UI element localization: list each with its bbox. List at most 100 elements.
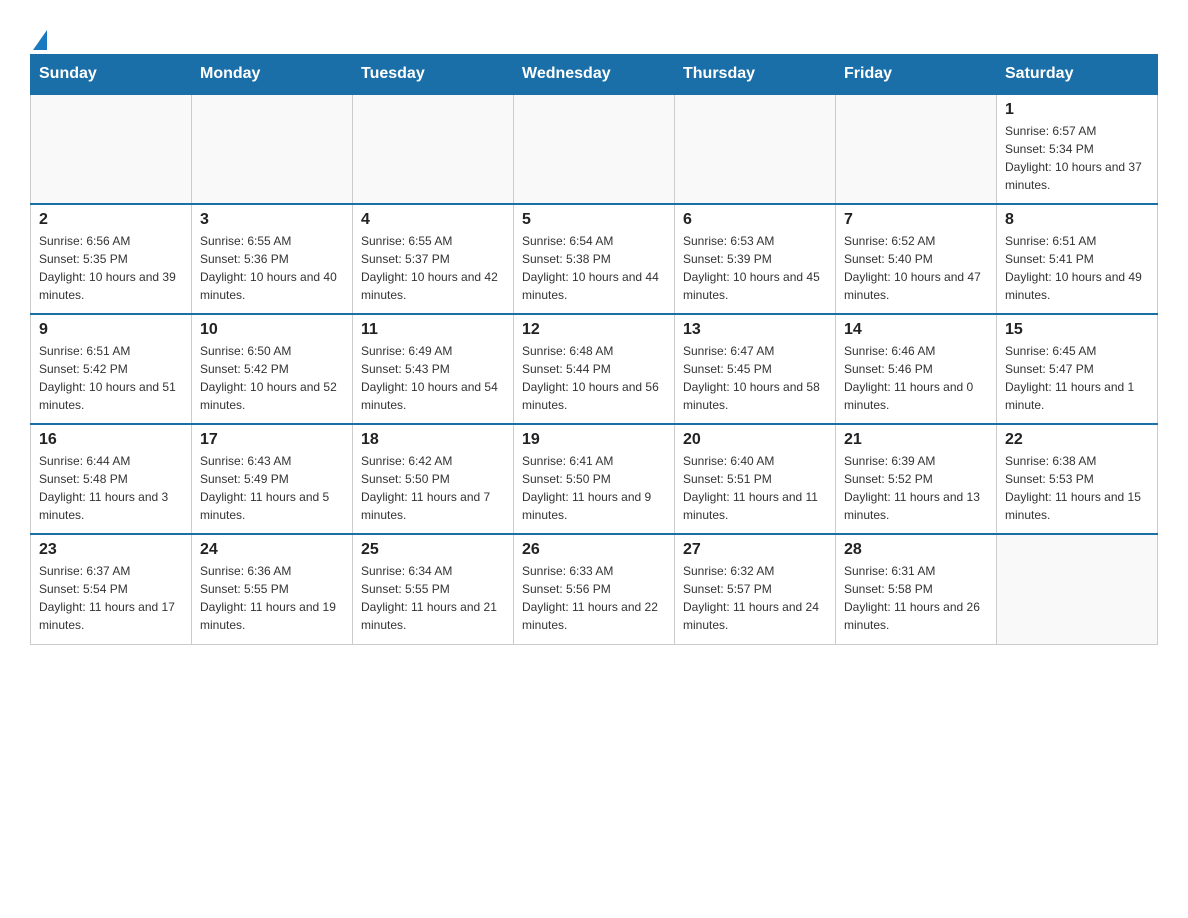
- calendar-cell: 22 Sunrise: 6:38 AMSunset: 5:53 PMDayligh…: [997, 424, 1158, 534]
- calendar-cell: [353, 94, 514, 204]
- day-info-text: Sunrise: 6:42 AM: [361, 452, 505, 470]
- day-info-text: Sunrise: 6:40 AM: [683, 452, 827, 470]
- day-info-text: Daylight: 11 hours and 1 minute.: [1005, 378, 1149, 414]
- calendar-cell: 16Sunrise: 6:44 AMSunset: 5:48 PMDayligh…: [31, 424, 192, 534]
- day-number: 16: [39, 431, 183, 449]
- day-info-text: Sunrise: 6:37 AM: [39, 562, 183, 580]
- day-info-text: Daylight: 11 hours and 17 minutes.: [39, 598, 183, 634]
- day-info-text: Daylight: 11 hours and 13 minutes.: [844, 488, 988, 524]
- day-info-text: Daylight: 11 hours and 3 minutes.: [39, 488, 183, 524]
- day-info-text: Sunrise: 6:47 AM: [683, 342, 827, 360]
- calendar-cell: 12Sunrise: 6:48 AMSunset: 5:44 PMDayligh…: [514, 314, 675, 424]
- day-info-text: Daylight: 11 hours and 9 minutes.: [522, 488, 666, 524]
- day-info-text: Sunrise: 6:33 AM: [522, 562, 666, 580]
- calendar-week-row: 1Sunrise: 6:57 AMSunset: 5:34 PMDaylight…: [31, 94, 1158, 204]
- day-of-week-header: Monday: [192, 55, 353, 95]
- calendar-cell: [192, 94, 353, 204]
- day-info-text: Sunset: 5:53 PM: [1005, 470, 1149, 488]
- day-info-text: Sunset: 5:34 PM: [1005, 140, 1149, 158]
- day-number: 20: [683, 431, 827, 449]
- day-number: 23: [39, 541, 183, 559]
- day-info-text: Sunrise: 6:51 AM: [1005, 232, 1149, 250]
- day-number: 4: [361, 211, 505, 229]
- calendar-cell: 20Sunrise: 6:40 AMSunset: 5:51 PMDayligh…: [675, 424, 836, 534]
- day-info-text: Daylight: 11 hours and 19 minutes.: [200, 598, 344, 634]
- day-of-week-header: Sunday: [31, 55, 192, 95]
- day-info-text: Sunset: 5:40 PM: [844, 250, 988, 268]
- day-number: 14: [844, 321, 988, 339]
- calendar-cell: 17Sunrise: 6:43 AMSunset: 5:49 PMDayligh…: [192, 424, 353, 534]
- day-info-text: Sunrise: 6:56 AM: [39, 232, 183, 250]
- calendar-cell: [836, 94, 997, 204]
- day-info-text: Sunset: 5:49 PM: [200, 470, 344, 488]
- day-info-text: Sunset: 5:46 PM: [844, 360, 988, 378]
- day-info-text: Daylight: 10 hours and 49 minutes.: [1005, 268, 1149, 304]
- day-info-text: Sunset: 5:52 PM: [844, 470, 988, 488]
- calendar-cell: 6Sunrise: 6:53 AMSunset: 5:39 PMDaylight…: [675, 204, 836, 314]
- day-info-text: Sunrise: 6:51 AM: [39, 342, 183, 360]
- calendar-table: SundayMondayTuesdayWednesdayThursdayFrid…: [30, 54, 1158, 645]
- calendar-cell: 18Sunrise: 6:42 AMSunset: 5:50 PMDayligh…: [353, 424, 514, 534]
- day-number: 10: [200, 321, 344, 339]
- day-number: 22: [1005, 431, 1149, 449]
- day-info-text: Daylight: 10 hours and 56 minutes.: [522, 378, 666, 414]
- day-number: 13: [683, 321, 827, 339]
- calendar-cell: 1Sunrise: 6:57 AMSunset: 5:34 PMDaylight…: [997, 94, 1158, 204]
- day-info-text: Sunset: 5:51 PM: [683, 470, 827, 488]
- calendar-week-row: 16Sunrise: 6:44 AMSunset: 5:48 PMDayligh…: [31, 424, 1158, 534]
- day-info-text: Sunset: 5:47 PM: [1005, 360, 1149, 378]
- calendar-cell: 26Sunrise: 6:33 AMSunset: 5:56 PMDayligh…: [514, 534, 675, 644]
- day-number: 18: [361, 431, 505, 449]
- day-info-text: Sunrise: 6:41 AM: [522, 452, 666, 470]
- day-info-text: Daylight: 10 hours and 44 minutes.: [522, 268, 666, 304]
- day-number: 1: [1005, 101, 1149, 119]
- logo-general: [30, 30, 47, 50]
- day-of-week-header: Tuesday: [353, 55, 514, 95]
- page-header: [30, 20, 1158, 44]
- calendar-cell: 28Sunrise: 6:31 AMSunset: 5:58 PMDayligh…: [836, 534, 997, 644]
- day-info-text: Sunrise: 6:34 AM: [361, 562, 505, 580]
- day-info-text: Sunset: 5:39 PM: [683, 250, 827, 268]
- day-info-text: Sunrise: 6:54 AM: [522, 232, 666, 250]
- day-info-text: Sunset: 5:42 PM: [200, 360, 344, 378]
- calendar-cell: 21 Sunrise: 6:39 AMSunset: 5:52 PMDayligh…: [836, 424, 997, 534]
- day-info-text: Sunrise: 6:36 AM: [200, 562, 344, 580]
- day-info-text: Sunset: 5:43 PM: [361, 360, 505, 378]
- day-of-week-header: Wednesday: [514, 55, 675, 95]
- day-info-text: Sunrise: 6:39 AM: [844, 452, 988, 470]
- calendar-cell: 11Sunrise: 6:49 AMSunset: 5:43 PMDayligh…: [353, 314, 514, 424]
- day-number: 21: [844, 431, 988, 449]
- day-info-text: Sunrise: 6:55 AM: [361, 232, 505, 250]
- calendar-cell: 7Sunrise: 6:52 AMSunset: 5:40 PMDaylight…: [836, 204, 997, 314]
- day-info-text: Daylight: 10 hours and 40 minutes.: [200, 268, 344, 304]
- calendar-cell: 27Sunrise: 6:32 AMSunset: 5:57 PMDayligh…: [675, 534, 836, 644]
- day-info-text: Sunset: 5:38 PM: [522, 250, 666, 268]
- day-number: 25: [361, 541, 505, 559]
- calendar-cell: [514, 94, 675, 204]
- day-info-text: Sunset: 5:55 PM: [361, 580, 505, 598]
- day-info-text: Sunset: 5:58 PM: [844, 580, 988, 598]
- calendar-cell: 2Sunrise: 6:56 AMSunset: 5:35 PMDaylight…: [31, 204, 192, 314]
- day-info-text: Daylight: 11 hours and 15 minutes.: [1005, 488, 1149, 524]
- day-info-text: Sunrise: 6:48 AM: [522, 342, 666, 360]
- day-number: 7: [844, 211, 988, 229]
- day-info-text: Sunrise: 6:38 AM: [1005, 452, 1149, 470]
- day-info-text: Daylight: 10 hours and 47 minutes.: [844, 268, 988, 304]
- day-info-text: Daylight: 11 hours and 26 minutes.: [844, 598, 988, 634]
- day-info-text: Daylight: 10 hours and 52 minutes.: [200, 378, 344, 414]
- calendar-cell: 10Sunrise: 6:50 AMSunset: 5:42 PMDayligh…: [192, 314, 353, 424]
- calendar-header-row: SundayMondayTuesdayWednesdayThursdayFrid…: [31, 55, 1158, 95]
- calendar-cell: [675, 94, 836, 204]
- day-info-text: Sunrise: 6:55 AM: [200, 232, 344, 250]
- calendar-cell: [997, 534, 1158, 644]
- day-info-text: Daylight: 11 hours and 22 minutes.: [522, 598, 666, 634]
- day-info-text: Sunset: 5:44 PM: [522, 360, 666, 378]
- day-info-text: Daylight: 10 hours and 45 minutes.: [683, 268, 827, 304]
- day-info-text: Sunset: 5:36 PM: [200, 250, 344, 268]
- calendar-week-row: 9Sunrise: 6:51 AMSunset: 5:42 PMDaylight…: [31, 314, 1158, 424]
- day-info-text: Sunset: 5:50 PM: [361, 470, 505, 488]
- calendar-cell: 23Sunrise: 6:37 AMSunset: 5:54 PMDayligh…: [31, 534, 192, 644]
- calendar-cell: 25Sunrise: 6:34 AMSunset: 5:55 PMDayligh…: [353, 534, 514, 644]
- day-info-text: Sunrise: 6:49 AM: [361, 342, 505, 360]
- calendar-cell: 14Sunrise: 6:46 AMSunset: 5:46 PMDayligh…: [836, 314, 997, 424]
